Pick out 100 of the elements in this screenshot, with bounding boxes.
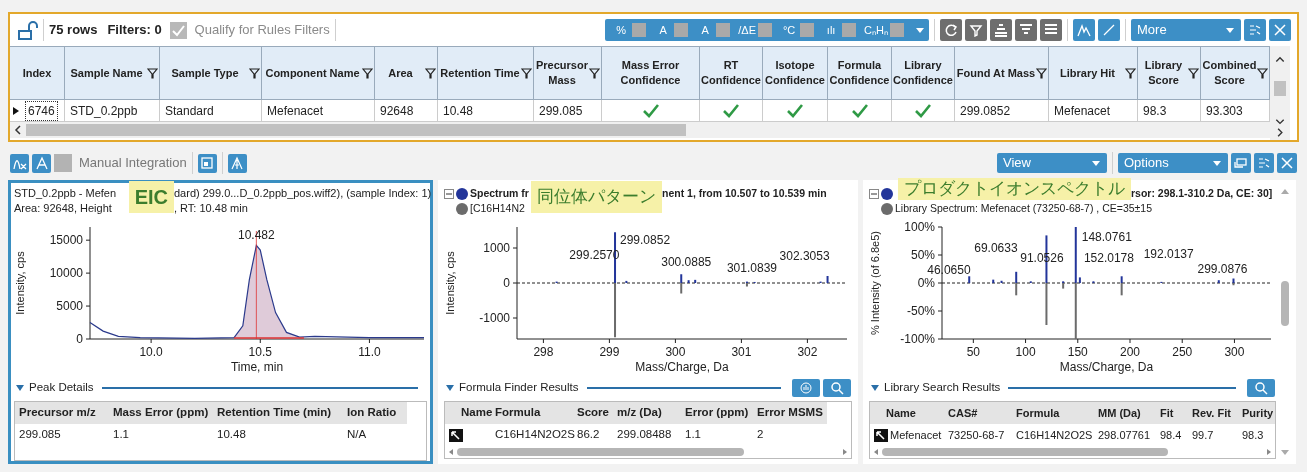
toggle-checkbox[interactable] <box>758 23 773 37</box>
options-dropdown[interactable]: Options <box>1118 153 1228 173</box>
peak-label-button[interactable] <box>227 153 247 173</box>
flag-toggle[interactable]: CₙHₙ <box>861 20 907 40</box>
column-header[interactable]: m/z (Da) <box>617 404 679 422</box>
horizontal-scrollbar[interactable] <box>10 122 1270 138</box>
peak-button[interactable] <box>1073 19 1095 41</box>
caret-down-icon[interactable] <box>445 383 455 393</box>
flag-toggle[interactable]: ılı <box>819 20 860 40</box>
filter-icon[interactable] <box>589 67 600 79</box>
scrollbar-thumb[interactable] <box>26 124 686 136</box>
filter-button[interactable] <box>965 19 987 41</box>
line-button[interactable] <box>1098 19 1120 41</box>
filter-icon[interactable] <box>1188 67 1199 79</box>
column-header[interactable]: Precursor m/z <box>19 404 107 422</box>
filter-icon[interactable] <box>362 67 373 79</box>
filter-icon[interactable] <box>249 67 260 79</box>
column-header[interactable]: Index <box>10 47 65 99</box>
view-dropdown[interactable]: View <box>997 153 1107 173</box>
align-bottom-button[interactable] <box>990 19 1012 41</box>
peak-a-button[interactable] <box>32 153 51 173</box>
column-header[interactable]: Mass Error (ppm) <box>113 404 211 422</box>
flag-toggle[interactable]: /ΔE <box>735 20 776 40</box>
tick-label: -1000 <box>479 311 510 325</box>
filter-icon[interactable] <box>1125 67 1136 79</box>
scrollbar-thumb[interactable] <box>1274 81 1286 96</box>
unlock-icon[interactable] <box>16 19 38 41</box>
flag-toggle[interactable]: A <box>651 20 692 40</box>
column-header[interactable]: Retention Time (min) <box>217 404 341 422</box>
flag-toggle[interactable]: °C <box>777 20 818 40</box>
column-header[interactable]: Ion Ratio <box>347 404 403 422</box>
column-header[interactable]: Component Name <box>262 47 375 99</box>
column-header[interactable]: Purity <box>1242 404 1275 422</box>
column-header[interactable]: Retention Time <box>438 47 534 99</box>
window-button[interactable] <box>1231 153 1251 173</box>
chart-panel[interactable] <box>438 180 858 464</box>
toggle-checkbox[interactable] <box>890 23 904 37</box>
legend-button[interactable] <box>1254 153 1274 173</box>
refresh-button[interactable] <box>940 19 962 41</box>
chart-panel[interactable] <box>863 180 1296 464</box>
table-cell-text: 92648 <box>380 102 414 120</box>
caret-down-icon[interactable] <box>15 383 25 393</box>
scroll-left-icon[interactable] <box>12 124 24 136</box>
scrollbar-thumb[interactable] <box>882 448 1168 456</box>
column-header[interactable]: Library Confidence <box>892 47 955 99</box>
vertical-scrollbar[interactable] <box>1270 46 1290 140</box>
column-header[interactable]: Rev. Fit <box>1192 404 1236 422</box>
list-button[interactable] <box>1040 19 1062 41</box>
column-header[interactable]: Sample Name <box>65 47 160 99</box>
filter-icon[interactable] <box>521 67 532 79</box>
curve-fx-button[interactable] <box>10 153 29 173</box>
collapse-icon[interactable] <box>869 188 879 199</box>
search-button[interactable] <box>1247 379 1275 397</box>
column-header[interactable]: Mass Error Confidence <box>602 47 700 99</box>
column-header[interactable]: Precursor Mass <box>534 47 602 99</box>
flag-toggle[interactable]: A <box>693 20 734 40</box>
search-button[interactable] <box>823 379 851 397</box>
column-header[interactable]: Isotope Confidence <box>763 47 828 99</box>
collapse-icon[interactable] <box>444 188 454 199</box>
column-header[interactable]: CAS# <box>948 404 1010 422</box>
column-header[interactable]: Name <box>886 404 942 422</box>
column-header[interactable]: Formula Confidence <box>828 47 892 99</box>
scrollbar-thumb[interactable] <box>457 448 744 456</box>
toggle-checkbox[interactable] <box>674 23 689 37</box>
align-center-button[interactable] <box>1015 19 1037 41</box>
column-header[interactable]: Fit <box>1160 404 1186 422</box>
legend-button[interactable] <box>1244 19 1266 41</box>
manual-integration-checkbox[interactable] <box>54 154 72 172</box>
caret-down-icon[interactable] <box>870 383 880 393</box>
zoom-box-button[interactable] <box>197 153 217 173</box>
chart-button[interactable] <box>792 379 820 397</box>
column-header[interactable]: Formula <box>495 404 571 422</box>
filter-icon[interactable] <box>1257 67 1268 79</box>
toggle-checkbox[interactable] <box>632 23 647 37</box>
column-header[interactable]: RT Confidence <box>700 47 763 99</box>
filter-icon[interactable] <box>425 67 436 79</box>
close-button[interactable] <box>1277 153 1297 173</box>
column-header[interactable]: Sample Type <box>160 47 262 99</box>
tick-label: -50% <box>907 304 935 318</box>
checkbox-label: Qualify for Rules Filters <box>194 21 330 40</box>
more-dropdown[interactable]: More <box>1131 19 1241 41</box>
filter-icon[interactable] <box>1036 67 1047 79</box>
filter-icon[interactable] <box>147 67 158 79</box>
scrollbar-thumb[interactable] <box>1281 281 1289 326</box>
toggle-checkbox[interactable] <box>716 23 731 37</box>
table-cell-text: N/A <box>347 427 367 443</box>
column-header[interactable]: Area <box>375 47 438 99</box>
column-header[interactable]: MM (Da) <box>1098 404 1154 422</box>
column-header[interactable]: Error (ppm) <box>685 404 751 422</box>
column-header[interactable]: Error MSMS <box>757 404 823 422</box>
column-header[interactable]: Formula <box>1016 404 1092 422</box>
flag-toggle[interactable]: % <box>609 20 650 40</box>
column-header[interactable]: Library Score <box>1138 47 1201 99</box>
column-header[interactable]: Library Hit <box>1049 47 1138 99</box>
toggle-checkbox[interactable] <box>842 23 857 37</box>
close-button[interactable] <box>1269 19 1291 41</box>
column-header[interactable]: Found At Mass <box>955 47 1049 99</box>
column-header[interactable]: Score <box>577 404 611 422</box>
toggle-checkbox[interactable] <box>800 23 815 37</box>
chart-panel[interactable] <box>8 180 433 464</box>
